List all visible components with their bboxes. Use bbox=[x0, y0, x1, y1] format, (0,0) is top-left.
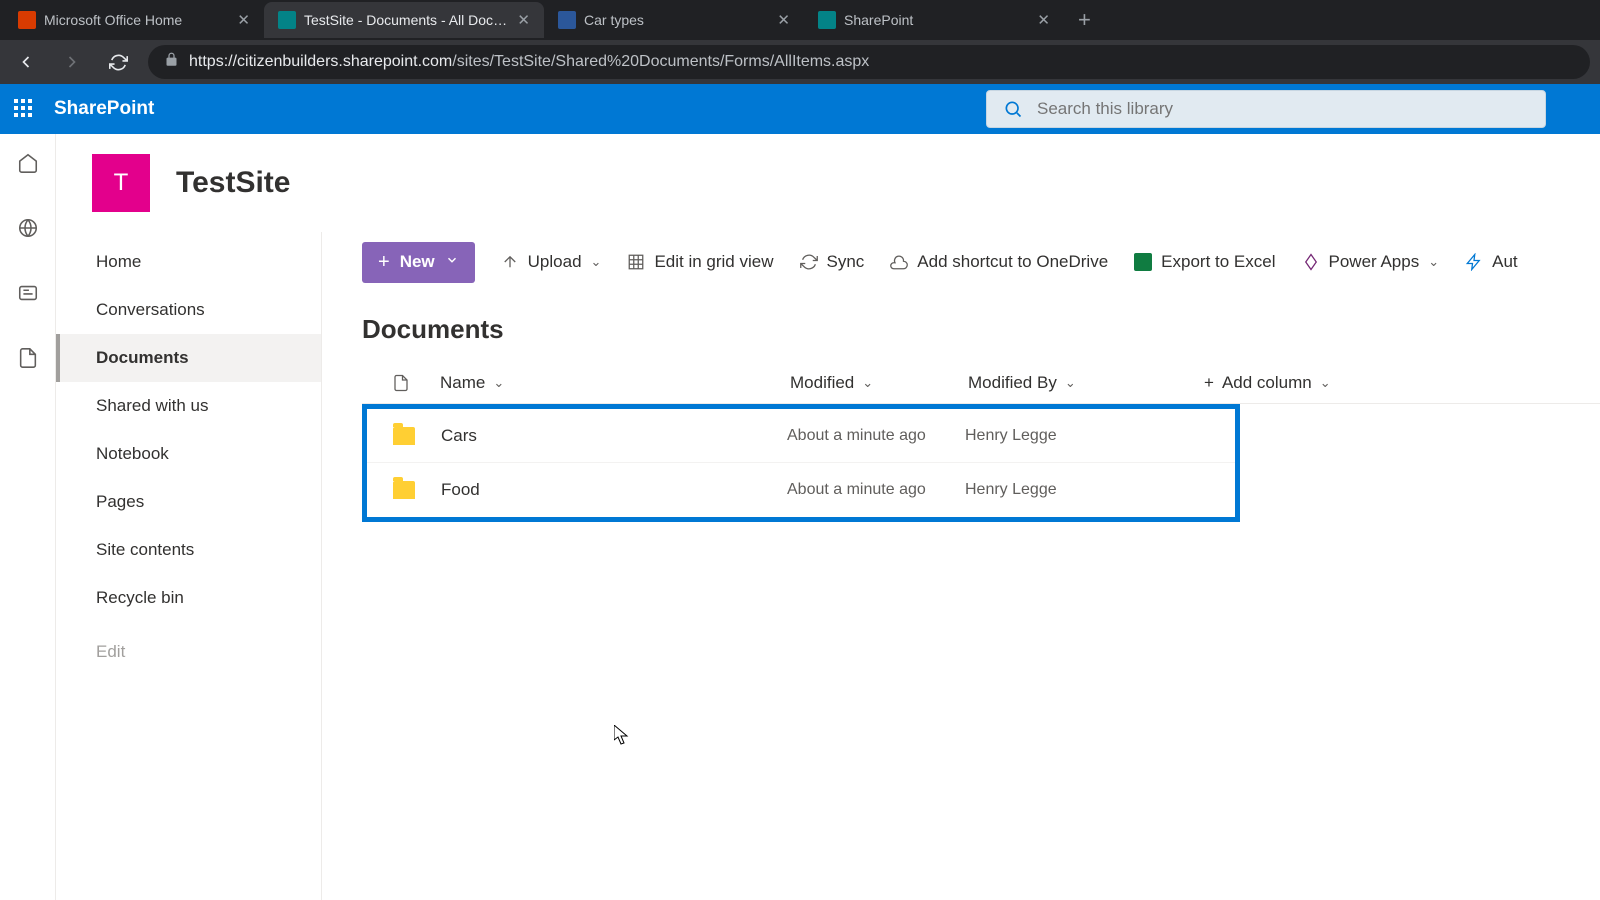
item-name[interactable]: Food bbox=[441, 480, 787, 500]
suite-bar: SharePoint bbox=[0, 84, 1600, 134]
folder-icon bbox=[393, 481, 415, 499]
tab-strip: Microsoft Office Home ✕ TestSite - Docum… bbox=[0, 0, 1600, 40]
close-icon[interactable]: ✕ bbox=[517, 11, 530, 29]
power-apps-button[interactable]: Power Apps ⌄ bbox=[1302, 252, 1440, 272]
sharepoint-favicon bbox=[818, 11, 836, 29]
export-excel-button[interactable]: Export to Excel bbox=[1134, 252, 1275, 272]
close-icon[interactable]: ✕ bbox=[777, 11, 790, 29]
power-apps-label: Power Apps bbox=[1329, 252, 1420, 272]
forward-button[interactable] bbox=[56, 46, 88, 78]
search-input[interactable] bbox=[1037, 99, 1529, 119]
sync-button[interactable]: Sync bbox=[800, 252, 865, 272]
new-button[interactable]: + New bbox=[362, 242, 475, 283]
shortcut-label: Add shortcut to OneDrive bbox=[917, 252, 1108, 272]
main-panel: + New Upload ⌄ Edit in grid view bbox=[322, 232, 1600, 900]
automate-label: Aut bbox=[1492, 252, 1518, 272]
chevron-down-icon bbox=[445, 252, 459, 272]
sharepoint-favicon bbox=[278, 11, 296, 29]
nav-home[interactable]: Home bbox=[56, 238, 321, 286]
word-favicon bbox=[558, 11, 576, 29]
office-favicon bbox=[18, 11, 36, 29]
close-icon[interactable]: ✕ bbox=[1037, 11, 1050, 29]
chevron-down-icon: ⌄ bbox=[862, 375, 873, 391]
home-icon[interactable] bbox=[17, 152, 39, 179]
nav-pages[interactable]: Pages bbox=[56, 478, 321, 526]
name-column[interactable]: Name⌄ bbox=[440, 373, 790, 393]
files-icon[interactable] bbox=[17, 347, 39, 374]
nav-conversations[interactable]: Conversations bbox=[56, 286, 321, 334]
item-modified: About a minute ago bbox=[787, 427, 965, 445]
tab-title: TestSite - Documents - All Docum bbox=[304, 12, 509, 28]
column-headers: Name⌄ Modified⌄ Modified By⌄ +Add column… bbox=[362, 363, 1600, 404]
url-text: https://citizenbuilders.sharepoint.com/s… bbox=[189, 53, 869, 71]
app-launcher-icon[interactable] bbox=[14, 99, 34, 119]
highlighted-rows: Cars About a minute ago Henry Legge Food… bbox=[362, 404, 1240, 522]
chevron-down-icon: ⌄ bbox=[591, 254, 602, 270]
edit-grid-button[interactable]: Edit in grid view bbox=[627, 252, 773, 272]
browser-tab[interactable]: TestSite - Documents - All Docum ✕ bbox=[264, 2, 544, 38]
sync-label: Sync bbox=[827, 252, 865, 272]
upload-button[interactable]: Upload ⌄ bbox=[501, 252, 602, 272]
library-title: Documents bbox=[362, 314, 1600, 345]
nav-documents[interactable]: Documents bbox=[56, 334, 321, 382]
item-modified-by: Henry Legge bbox=[965, 427, 1057, 445]
table-row[interactable]: Cars About a minute ago Henry Legge bbox=[367, 409, 1235, 463]
url-input[interactable]: https://citizenbuilders.sharepoint.com/s… bbox=[148, 45, 1590, 79]
add-shortcut-button[interactable]: Add shortcut to OneDrive bbox=[890, 252, 1108, 272]
reload-button[interactable] bbox=[102, 46, 134, 78]
browser-tab[interactable]: SharePoint ✕ bbox=[804, 2, 1064, 38]
global-nav-rail bbox=[0, 134, 56, 900]
search-box[interactable] bbox=[986, 90, 1546, 128]
item-modified: About a minute ago bbox=[787, 481, 965, 499]
upload-label: Upload bbox=[528, 252, 582, 272]
modified-column[interactable]: Modified⌄ bbox=[790, 373, 968, 393]
nav-recycle-bin[interactable]: Recycle bin bbox=[56, 574, 321, 622]
search-icon bbox=[1003, 99, 1023, 119]
plus-icon: + bbox=[1204, 373, 1214, 393]
chevron-down-icon: ⌄ bbox=[1320, 375, 1331, 391]
nav-shared-with-us[interactable]: Shared with us bbox=[56, 382, 321, 430]
news-icon[interactable] bbox=[17, 282, 39, 309]
site-logo[interactable]: T bbox=[92, 154, 150, 212]
site-header: T TestSite bbox=[56, 134, 1600, 232]
plus-icon: + bbox=[378, 251, 390, 274]
export-label: Export to Excel bbox=[1161, 252, 1275, 272]
filetype-column[interactable] bbox=[362, 373, 440, 393]
nav-edit[interactable]: Edit bbox=[56, 628, 321, 676]
new-label: New bbox=[400, 252, 435, 272]
address-bar: https://citizenbuilders.sharepoint.com/s… bbox=[0, 40, 1600, 84]
new-tab-button[interactable]: + bbox=[1064, 7, 1105, 33]
folder-icon bbox=[393, 427, 415, 445]
back-button[interactable] bbox=[10, 46, 42, 78]
nav-site-contents[interactable]: Site contents bbox=[56, 526, 321, 574]
site-title[interactable]: TestSite bbox=[176, 166, 290, 200]
tab-title: Microsoft Office Home bbox=[44, 12, 229, 28]
automate-button[interactable]: Aut bbox=[1465, 252, 1518, 272]
chevron-down-icon: ⌄ bbox=[1428, 254, 1439, 270]
tab-title: SharePoint bbox=[844, 12, 1029, 28]
nav-notebook[interactable]: Notebook bbox=[56, 430, 321, 478]
content-area: T TestSite Home Conversations Documents … bbox=[56, 134, 1600, 900]
globe-icon[interactable] bbox=[17, 217, 39, 244]
browser-tab[interactable]: Car types ✕ bbox=[544, 2, 804, 38]
add-column-button[interactable]: +Add column⌄ bbox=[1204, 373, 1331, 393]
chevron-down-icon: ⌄ bbox=[1065, 375, 1076, 391]
command-bar: + New Upload ⌄ Edit in grid view bbox=[362, 232, 1600, 292]
close-icon[interactable]: ✕ bbox=[237, 11, 250, 29]
excel-icon bbox=[1134, 253, 1152, 271]
item-modified-by: Henry Legge bbox=[965, 481, 1057, 499]
chevron-down-icon: ⌄ bbox=[493, 375, 504, 391]
lock-icon bbox=[164, 52, 179, 72]
tab-title: Car types bbox=[584, 12, 769, 28]
left-nav: Home Conversations Documents Shared with… bbox=[56, 232, 322, 900]
modified-by-column[interactable]: Modified By⌄ bbox=[968, 373, 1144, 393]
app-body: T TestSite Home Conversations Documents … bbox=[0, 134, 1600, 900]
browser-chrome: Microsoft Office Home ✕ TestSite - Docum… bbox=[0, 0, 1600, 84]
document-table: Name⌄ Modified⌄ Modified By⌄ +Add column… bbox=[362, 363, 1600, 522]
item-name[interactable]: Cars bbox=[441, 426, 787, 446]
browser-tab[interactable]: Microsoft Office Home ✕ bbox=[4, 2, 264, 38]
suite-brand[interactable]: SharePoint bbox=[54, 98, 154, 120]
edit-grid-label: Edit in grid view bbox=[654, 252, 773, 272]
table-row[interactable]: Food About a minute ago Henry Legge bbox=[367, 463, 1235, 517]
